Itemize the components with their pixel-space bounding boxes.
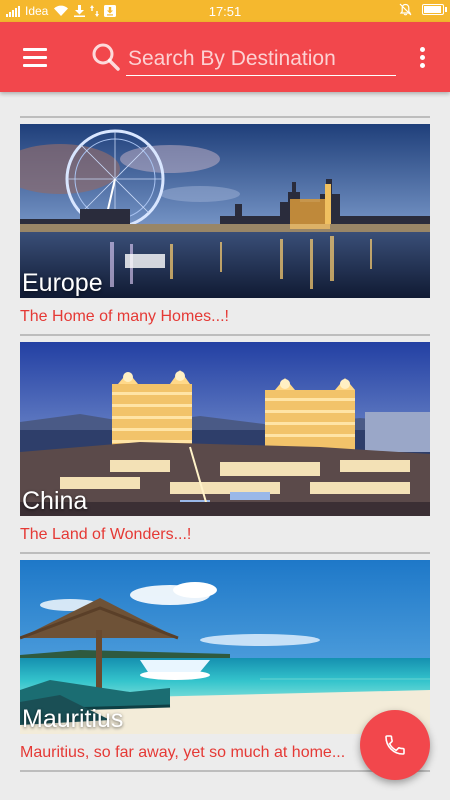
status-bar: Idea 17:51	[0, 0, 450, 22]
phone-icon	[385, 735, 405, 755]
menu-icon-bar	[23, 64, 47, 67]
more-options-button[interactable]	[412, 46, 432, 70]
divider	[20, 116, 430, 118]
more-vert-icon-dot	[420, 55, 425, 60]
notifications-off-icon	[399, 3, 412, 16]
status-right	[399, 3, 447, 16]
status-time: 17:51	[208, 4, 242, 19]
divider	[20, 770, 430, 772]
destination-title: Europe	[22, 269, 103, 297]
menu-icon-bar	[23, 56, 47, 59]
divider	[20, 334, 430, 336]
search-icon[interactable]	[91, 42, 121, 72]
divider	[20, 552, 430, 554]
destination-list: Europe The Home of many Homes...! China …	[20, 116, 430, 772]
battery-icon	[422, 4, 447, 15]
destination-tagline: The Land of Wonders...!	[20, 526, 192, 543]
menu-button[interactable]	[14, 44, 56, 72]
search-input[interactable]	[126, 42, 396, 76]
destination-title: China	[22, 487, 88, 515]
call-fab-button[interactable]	[360, 710, 430, 780]
more-vert-icon-dot	[420, 63, 425, 68]
destination-title: Mauritius	[22, 705, 124, 733]
menu-icon-bar	[23, 48, 47, 51]
app-bar	[0, 22, 450, 92]
destination-card-china[interactable]: China The Land of Wonders...!	[20, 342, 430, 552]
destination-card-europe[interactable]: Europe The Home of many Homes...!	[20, 124, 430, 334]
destination-tagline: The Home of many Homes...!	[20, 308, 229, 325]
more-vert-icon-dot	[420, 47, 425, 52]
